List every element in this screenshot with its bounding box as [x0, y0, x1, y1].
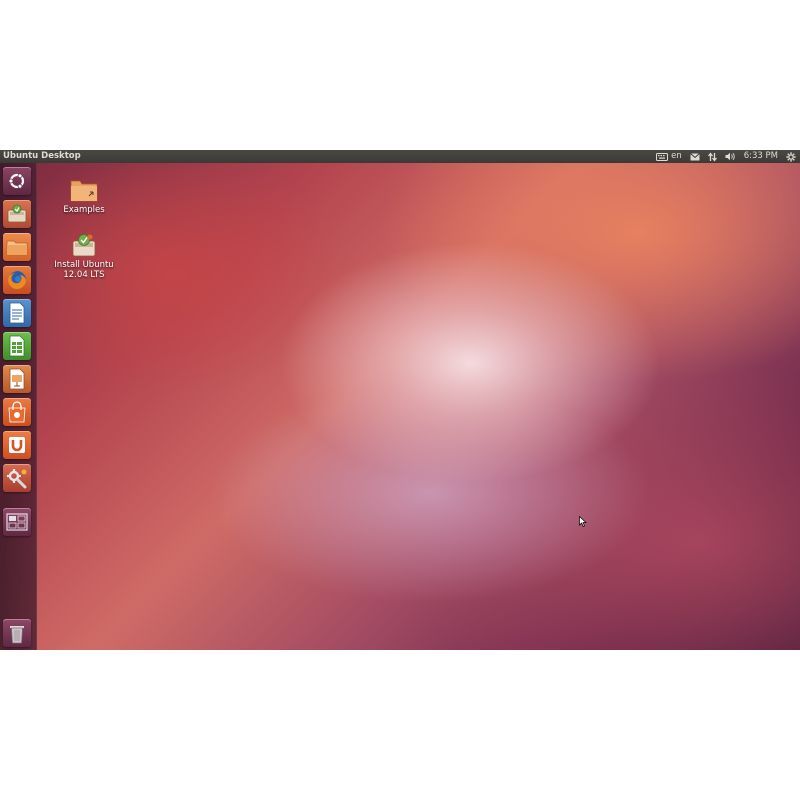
- indicator-area: en 6:33 PM: [656, 150, 796, 163]
- installer-icon: [69, 232, 99, 258]
- ubuntu-screen: Ubuntu Desktop en 6:33 PM Examples Insta…: [0, 150, 800, 650]
- volume-icon: [725, 152, 736, 161]
- installer-icon: [6, 204, 28, 224]
- ubuntu-one-icon: [7, 435, 27, 455]
- wrench-icon: [6, 467, 28, 489]
- folder-icon: [69, 177, 99, 203]
- launcher-writer[interactable]: [3, 299, 31, 327]
- desktop-icon-label: Install Ubuntu 12.04 LTS: [54, 260, 114, 280]
- launcher-trash[interactable]: [3, 619, 31, 647]
- network-icon: [707, 151, 717, 162]
- keyboard-indicator[interactable]: en: [656, 150, 682, 163]
- launcher-system-settings[interactable]: [3, 464, 31, 492]
- clock-indicator[interactable]: 6:33 PM: [744, 150, 778, 163]
- launcher-ubuntu-one[interactable]: [3, 431, 31, 459]
- desktop-icon-label: Examples: [63, 205, 105, 215]
- launcher-files[interactable]: [3, 233, 31, 261]
- launcher-software-center[interactable]: [3, 398, 31, 426]
- trash-icon: [8, 622, 26, 644]
- launcher-impress[interactable]: [3, 365, 31, 393]
- clock-label: 6:33 PM: [743, 151, 778, 161]
- sound-indicator[interactable]: [725, 150, 736, 163]
- top-panel: Ubuntu Desktop en 6:33 PM: [0, 150, 800, 163]
- session-indicator[interactable]: [786, 150, 796, 163]
- gear-icon: [786, 151, 796, 162]
- desktop-icon-install-ubuntu[interactable]: Install Ubuntu 12.04 LTS: [39, 232, 129, 280]
- ubuntu-logo-icon: [7, 171, 27, 191]
- launcher-workspace-switcher[interactable]: [3, 508, 31, 536]
- mouse-cursor-icon: [579, 512, 587, 531]
- launcher-firefox[interactable]: [3, 266, 31, 294]
- launcher-dash-home[interactable]: [3, 167, 31, 195]
- mail-icon: [689, 152, 700, 161]
- launcher-installer[interactable]: [3, 200, 31, 228]
- document-icon: [8, 302, 26, 324]
- presentation-icon: [8, 368, 26, 390]
- launcher-calc[interactable]: [3, 332, 31, 360]
- spreadsheet-icon: [8, 335, 26, 357]
- desktop-icon-examples[interactable]: Examples: [39, 177, 129, 215]
- keyboard-icon: [656, 152, 669, 161]
- messaging-indicator[interactable]: [689, 150, 700, 163]
- workspaces-icon: [6, 513, 28, 531]
- panel-title: Ubuntu Desktop: [3, 151, 81, 161]
- launcher: [0, 163, 37, 650]
- network-indicator[interactable]: [707, 150, 717, 163]
- folder-icon: [6, 238, 28, 256]
- shopping-bag-icon: [6, 401, 28, 423]
- firefox-icon: [6, 269, 28, 291]
- keyboard-layout-label: en: [671, 151, 682, 161]
